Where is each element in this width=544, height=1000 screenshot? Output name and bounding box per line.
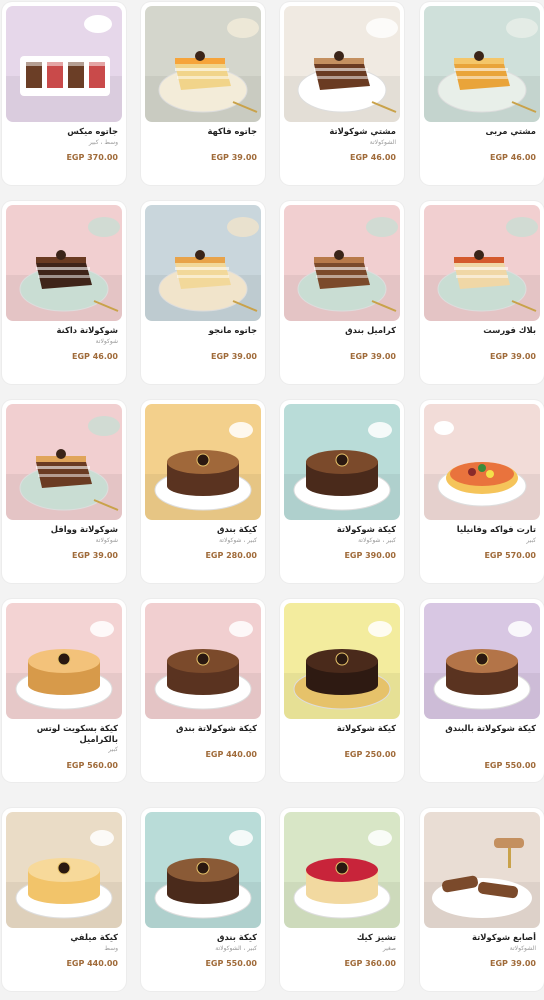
product-price: EGP 250.00 [344, 750, 396, 759]
product-image[interactable] [424, 205, 540, 321]
product-price: EGP 39.00 [211, 352, 257, 361]
product-subtitle: كبير [526, 537, 536, 544]
product-title: كيكة شوكولاتة [336, 524, 396, 534]
product-price: EGP 46.00 [490, 153, 536, 162]
product-image[interactable] [284, 812, 400, 928]
product-price: EGP 39.00 [350, 352, 396, 361]
product-price: EGP 46.00 [350, 153, 396, 162]
product-card[interactable]: شوكولاتة ووافل شوكولاتة EGP 39.00 [2, 400, 126, 583]
product-price: EGP 440.00 [66, 959, 118, 968]
product-price: EGP 39.00 [211, 153, 257, 162]
product-card[interactable]: كيكة شوكولاتة بالبندق EGP 550.00 [420, 599, 544, 782]
product-card[interactable]: مشتي مربى EGP 46.00 [420, 2, 544, 185]
product-price: EGP 39.00 [72, 551, 118, 560]
product-price: EGP 280.00 [205, 551, 257, 560]
product-card[interactable]: جاتوه فاكهة EGP 39.00 [141, 2, 265, 185]
product-price: EGP 560.00 [66, 761, 118, 770]
product-subtitle: شوكولاتة [95, 338, 118, 345]
product-image[interactable] [424, 404, 540, 520]
product-image[interactable] [284, 6, 400, 122]
product-price: EGP 390.00 [344, 551, 396, 560]
product-card[interactable]: كيكة شوكولاتة كبير ، شوكولاتة EGP 390.00 [280, 400, 404, 583]
product-price: EGP 370.00 [66, 153, 118, 162]
product-price: EGP 46.00 [72, 352, 118, 361]
product-card[interactable]: كيكة شوكولاتة EGP 250.00 [280, 599, 404, 782]
product-price: EGP 360.00 [344, 959, 396, 968]
product-title: كيكة بندق [216, 524, 257, 534]
product-card[interactable]: كيكة بندق كبير ، الشوكولاتة EGP 550.00 [141, 808, 265, 991]
product-title: مشتي مربى [485, 126, 536, 136]
product-image[interactable] [424, 812, 540, 928]
product-title: مشتي شوكولاتة [329, 126, 396, 136]
product-subtitle: وسط ، كبير [88, 139, 118, 146]
product-title: جاتوه مانجو [208, 325, 257, 335]
product-subtitle: كبير ، شوكولاتة [358, 537, 396, 544]
product-subtitle: الشوكولاتة [369, 139, 396, 146]
product-image[interactable] [284, 603, 400, 719]
product-image[interactable] [284, 404, 400, 520]
product-image[interactable] [145, 404, 261, 520]
product-subtitle: كبير [108, 746, 118, 753]
product-image[interactable] [284, 205, 400, 321]
product-card[interactable]: بلاك فورست EGP 39.00 [420, 201, 544, 384]
product-image[interactable] [145, 812, 261, 928]
product-title: شوكولاتة داكنة [56, 325, 118, 335]
product-image[interactable] [6, 404, 122, 520]
product-card[interactable]: مشتي شوكولاتة الشوكولاتة EGP 46.00 [280, 2, 404, 185]
product-grid: مشتي مربى EGP 46.00 مشتي شوكولاتة الشوكولات… [0, 0, 544, 1000]
product-price: EGP 39.00 [490, 959, 536, 968]
product-card[interactable]: جاتوه مانجو EGP 39.00 [141, 201, 265, 384]
product-price: EGP 570.00 [484, 551, 536, 560]
product-image[interactable] [6, 812, 122, 928]
product-image[interactable] [6, 603, 122, 719]
product-subtitle: كبير ، الشوكولاتة [215, 945, 257, 952]
product-card[interactable]: كيكة شوكولاتة بندق EGP 440.00 [141, 599, 265, 782]
product-price: EGP 39.00 [490, 352, 536, 361]
product-title: كراميل بندق [345, 325, 396, 335]
product-title: بلاك فورست [483, 325, 536, 335]
product-card[interactable]: كيكة بسكويت لوتس بالكراميل كبير EGP 560.00 [2, 599, 126, 782]
product-title: شوكولاتة ووافل [50, 524, 118, 534]
product-card[interactable]: تشيز كيك صغير EGP 360.00 [280, 808, 404, 991]
product-image[interactable] [6, 6, 122, 122]
product-image[interactable] [145, 6, 261, 122]
product-title: كيكة شوكولاتة بالبندق [445, 723, 536, 733]
product-title: تارت فواكه وفانيليا [456, 524, 536, 534]
product-title: كيكة بندق [216, 932, 257, 942]
product-title: كيكة شوكولاتة بندق [175, 723, 257, 733]
product-title: جاتوه ميكس [67, 126, 118, 136]
product-card[interactable]: شوكولاتة داكنة شوكولاتة EGP 46.00 [2, 201, 126, 384]
product-image[interactable] [6, 205, 122, 321]
product-card[interactable]: تارت فواكه وفانيليا كبير EGP 570.00 [420, 400, 544, 583]
product-title: جاتوه فاكهة [207, 126, 257, 136]
product-subtitle: صغير [382, 945, 396, 952]
product-subtitle: كبير ، شوكولاتة [219, 537, 257, 544]
product-subtitle: وسط [104, 945, 118, 952]
product-card[interactable]: كراميل بندق EGP 39.00 [280, 201, 404, 384]
product-price: EGP 440.00 [205, 750, 257, 759]
product-title: كيكة بسكويت لوتس بالكراميل [36, 723, 118, 744]
product-image[interactable] [145, 205, 261, 321]
product-subtitle: الشوكولاتة [509, 945, 536, 952]
product-card[interactable]: أصابع شوكولاتة الشوكولاتة EGP 39.00 [420, 808, 544, 991]
product-image[interactable] [424, 6, 540, 122]
product-subtitle: شوكولاتة [95, 537, 118, 544]
product-title: كيكة شوكولاتة [336, 723, 396, 733]
product-title: أصابع شوكولاتة [472, 932, 536, 942]
product-image[interactable] [145, 603, 261, 719]
product-title: كيكة ميلفي [70, 932, 118, 942]
product-title: تشيز كيك [356, 932, 396, 942]
product-card[interactable]: كيكة ميلفي وسط EGP 440.00 [2, 808, 126, 991]
product-image[interactable] [424, 603, 540, 719]
product-card[interactable]: كيكة بندق كبير ، شوكولاتة EGP 280.00 [141, 400, 265, 583]
product-price: EGP 550.00 [205, 959, 257, 968]
product-price: EGP 550.00 [484, 761, 536, 770]
product-card[interactable]: جاتوه ميكس وسط ، كبير EGP 370.00 [2, 2, 126, 185]
